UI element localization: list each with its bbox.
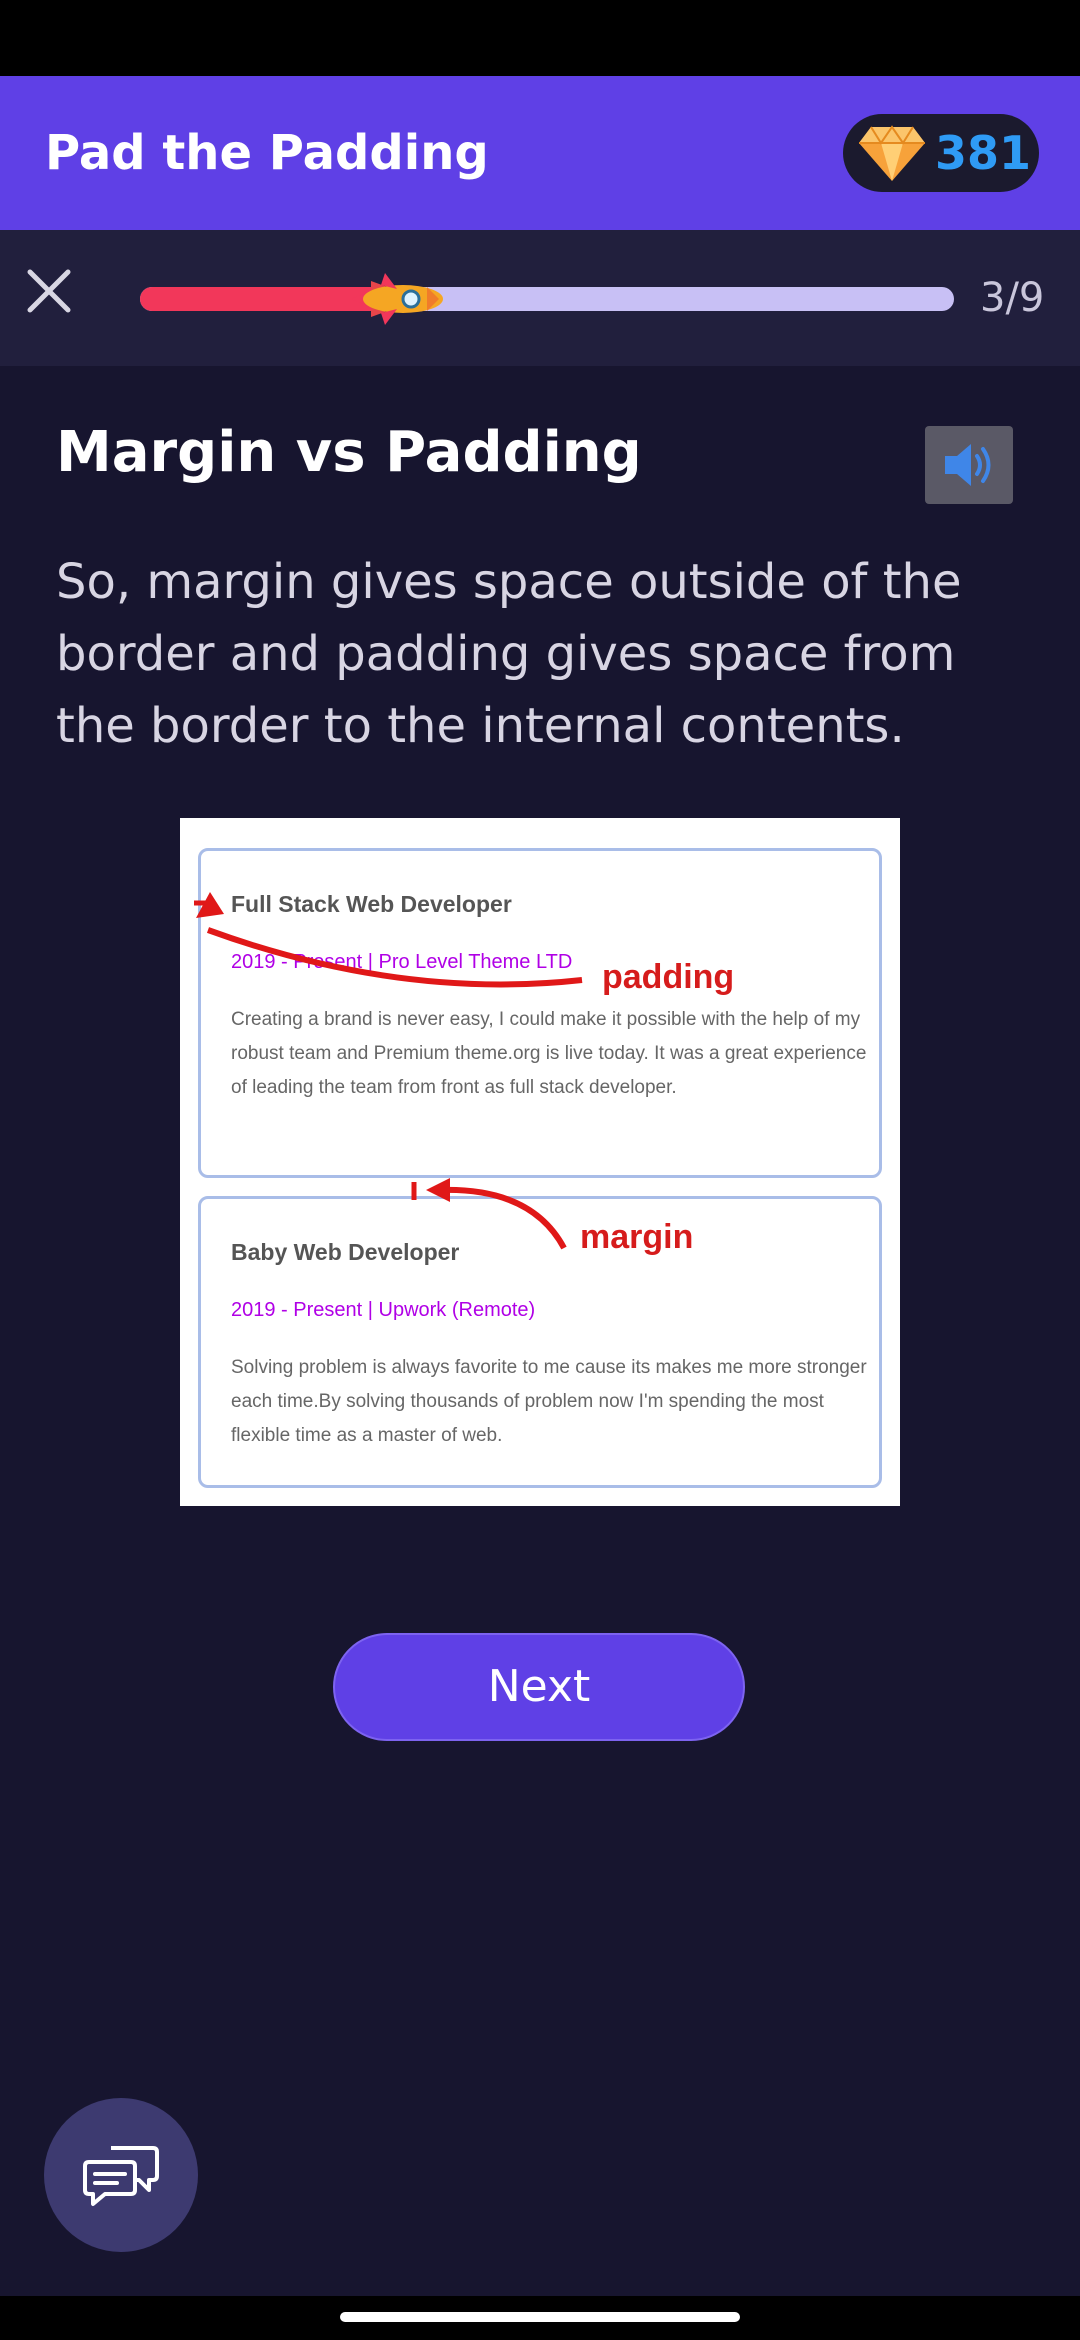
speaker-icon <box>945 444 991 486</box>
rocket-icon <box>351 273 443 325</box>
gem-count: 381 <box>935 126 1032 180</box>
lesson-body: So, margin gives space outside of the bo… <box>56 554 962 754</box>
close-icon <box>27 269 71 313</box>
gem-counter[interactable]: 381 <box>843 114 1039 192</box>
annotation-arrows <box>194 892 583 1250</box>
audio-button[interactable] <box>925 426 1013 504</box>
close-button[interactable] <box>18 260 80 322</box>
chat-button[interactable] <box>44 2098 198 2252</box>
margin-label: margin <box>580 1218 694 1256</box>
home-indicator[interactable] <box>340 2312 740 2322</box>
next-button[interactable]: Next <box>333 1633 745 1741</box>
page-title: Pad the Padding <box>45 125 489 181</box>
margin-padding-illustration: Full Stack Web Developer 2019 - Present … <box>180 818 900 1506</box>
padding-label: padding <box>602 958 735 996</box>
chat-bubbles-icon <box>83 2146 159 2206</box>
progress-bar <box>140 273 954 325</box>
progress-row: 3/9 <box>0 230 1080 366</box>
lesson-title: Margin vs Padding <box>56 420 642 485</box>
progress-counter: 3/9 <box>980 275 1045 321</box>
diamond-icon <box>859 125 925 181</box>
status-bar <box>0 0 1080 76</box>
app-header: Pad the Padding 381 <box>0 76 1080 230</box>
